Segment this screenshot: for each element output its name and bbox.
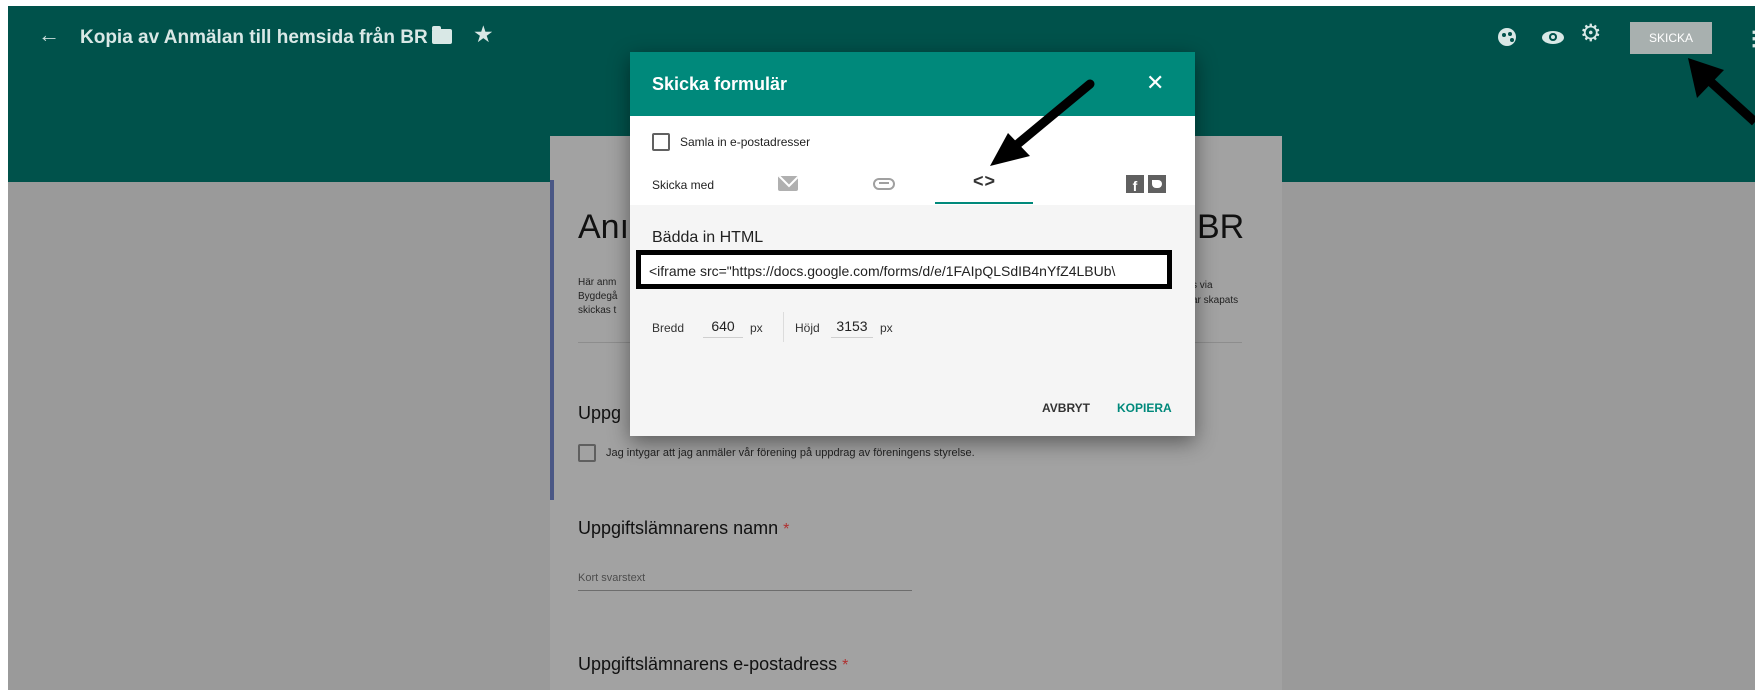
dimension-divider: [783, 312, 784, 342]
link-icon[interactable]: [873, 178, 895, 190]
dialog-title: Skicka formulär: [652, 74, 788, 94]
send-button[interactable]: SKICKA: [1630, 22, 1712, 54]
height-input[interactable]: 3153: [831, 318, 873, 338]
question-label: Uppgiftslämnarens e-postadress: [578, 654, 838, 674]
palette-icon[interactable]: [1498, 28, 1516, 46]
height-unit: px: [880, 321, 893, 335]
form-description-line: Här anm: [578, 277, 617, 288]
back-arrow-icon[interactable]: ←: [38, 22, 60, 48]
form-description-line: skickas t: [578, 305, 617, 316]
form-title-left: Anı: [578, 208, 630, 246]
width-input[interactable]: 640: [703, 318, 743, 338]
form-description-right: s via ar skapats: [1192, 278, 1238, 308]
width-unit: px: [750, 321, 763, 335]
form-description-line: Bygdegå: [578, 291, 618, 302]
form-description-line: s via: [1192, 280, 1213, 291]
card-accent-bar: [550, 180, 554, 500]
collect-emails-checkbox[interactable]: [652, 133, 670, 151]
required-mark: *: [783, 521, 790, 538]
facebook-icon[interactable]: f: [1126, 175, 1144, 193]
consent-label: Jag intygar att jag anmäler vår förening…: [606, 447, 975, 459]
gear-icon[interactable]: ⚙: [1580, 22, 1602, 46]
send-form-dialog: Skicka formulär ✕ Samla in e-postadresse…: [630, 52, 1195, 436]
required-mark: *: [842, 657, 849, 674]
embed-title: Bädda in HTML: [652, 229, 764, 246]
dialog-header: Skicka formulär ✕: [630, 52, 1195, 116]
copy-button[interactable]: KOPIERA: [1117, 401, 1172, 415]
collect-emails-label[interactable]: Samla in e-postadresser: [680, 135, 810, 149]
active-tab-indicator: [935, 202, 1033, 204]
question-email-title: Uppgiftslämnarens e-postadress *: [578, 654, 848, 675]
folder-icon[interactable]: [432, 26, 452, 44]
twitter-icon[interactable]: [1148, 175, 1166, 193]
section-title: Uppg: [578, 403, 622, 423]
mail-icon[interactable]: [778, 176, 798, 191]
form-description-line: ar skapats: [1192, 295, 1239, 306]
embed-code-field[interactable]: <iframe src="https://docs.google.com/for…: [636, 250, 1172, 289]
height-label: Höjd: [795, 321, 820, 335]
consent-checkbox[interactable]: [578, 444, 596, 462]
form-description-left: Här anm Bygdegå skickas t: [578, 276, 638, 318]
eye-icon[interactable]: [1542, 31, 1564, 44]
cancel-button[interactable]: AVBRYT: [1042, 401, 1090, 415]
document-title[interactable]: Kopia av Anmälan till hemsida från BR: [80, 27, 428, 49]
star-icon[interactable]: ★: [473, 21, 494, 48]
close-icon[interactable]: ✕: [1146, 70, 1164, 96]
question-label: Uppgiftslämnarens namn: [578, 518, 779, 538]
send-via-label: Skicka med: [652, 178, 715, 192]
short-answer-field[interactable]: Kort svarstext: [578, 572, 912, 591]
more-icon[interactable]: ⋮: [1744, 26, 1755, 51]
embed-code-icon[interactable]: <>: [973, 171, 996, 192]
width-label: Bredd: [652, 321, 685, 335]
form-title-right: BR: [1197, 208, 1245, 246]
question-name-title: Uppgiftslämnarens namn *: [578, 518, 789, 539]
